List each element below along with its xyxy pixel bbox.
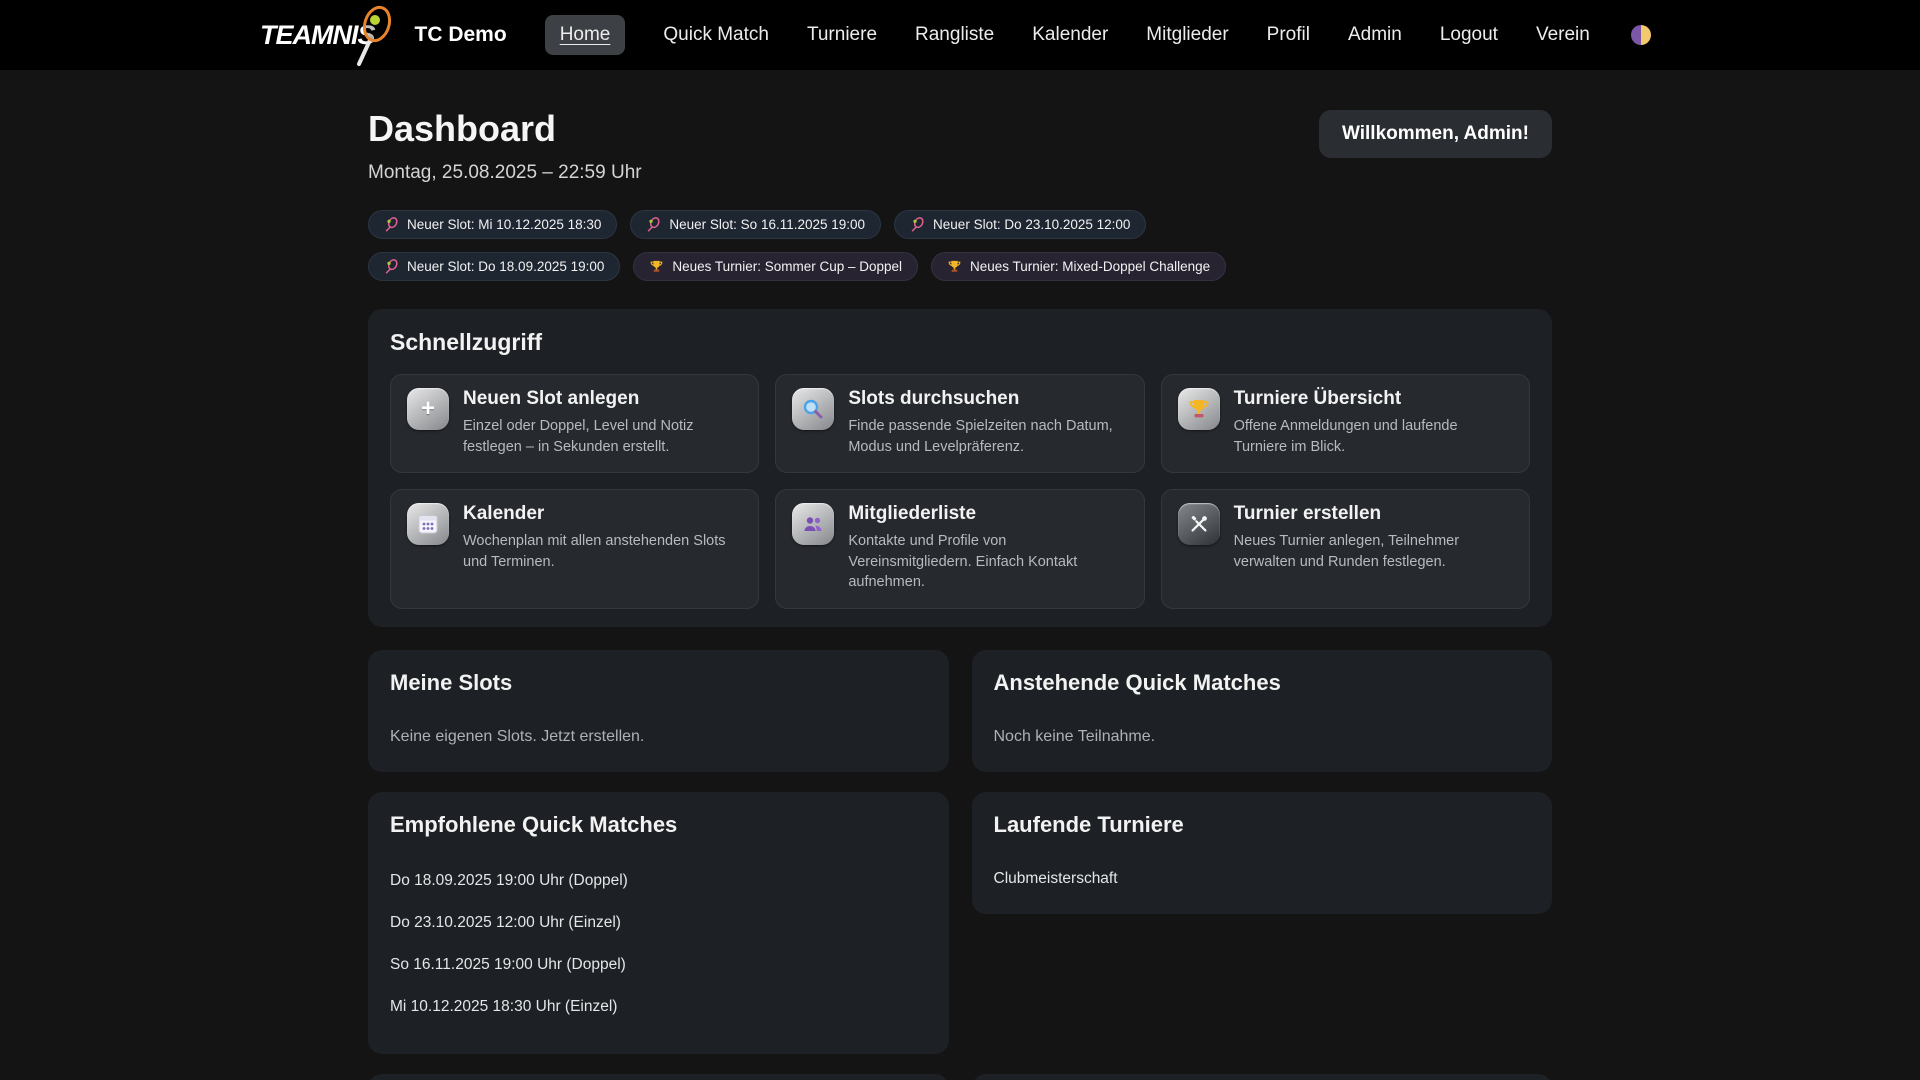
card-title: Turnier erstellen: [1234, 503, 1513, 525]
card-title: Slots durchsuchen: [848, 388, 1127, 410]
slot-chip[interactable]: Neuer Slot: So 16.11.2025 19:00: [630, 210, 881, 239]
nav-item-kalender[interactable]: Kalender: [1032, 24, 1108, 46]
my-slots-empty-text: Keine eigenen Slots. Jetzt erstellen.: [390, 728, 927, 746]
my-stats-panel: Meine Statistik Siege / Niederlagen 0 / …: [972, 1074, 1553, 1080]
app-logo[interactable]: TEAMNIS: [260, 20, 389, 51]
card-description: Offene Anmeldungen und laufende Turniere…: [1234, 416, 1513, 457]
recommended-match-row[interactable]: Do 23.10.2025 12:00 Uhr (Einzel): [390, 902, 927, 944]
search-icon: [792, 388, 834, 430]
recommended-match-row[interactable]: So 16.11.2025 19:00 Uhr (Doppel): [390, 944, 927, 986]
chip-label: Neues Turnier: Mixed-Doppel Challenge: [970, 259, 1210, 274]
slot-chip[interactable]: Neuer Slot: Mi 10.12.2025 18:30: [368, 210, 617, 239]
tools-icon: [1178, 503, 1220, 545]
nav-item-logout[interactable]: Logout: [1440, 24, 1498, 46]
quick-access-panel: Schnellzugriff + Neuen Slot anlegen Einz…: [368, 309, 1552, 627]
tournament-chip[interactable]: Neues Turnier: Sommer Cup – Doppel: [633, 252, 918, 281]
racket-icon: [384, 259, 399, 274]
slot-chip[interactable]: Neuer Slot: Do 23.10.2025 12:00: [894, 210, 1146, 239]
card-create-tournament[interactable]: Turnier erstellen Neues Turnier anlegen,…: [1161, 489, 1530, 609]
club-name: TC Demo: [415, 23, 507, 47]
running-tournaments-panel: Laufende Turniere Clubmeisterschaft: [972, 792, 1553, 914]
recommended-quick-matches-title: Empfohlene Quick Matches: [390, 812, 927, 838]
dashboard-main: Dashboard Montag, 25.08.2025 – 22:59 Uhr…: [368, 70, 1552, 1080]
nav-item-home[interactable]: Home: [545, 15, 626, 55]
card-description: Finde passende Spielzeiten nach Datum, M…: [848, 416, 1127, 457]
card-member-list[interactable]: Mitgliederliste Kontakte und Profile von…: [775, 489, 1144, 609]
card-description: Einzel oder Doppel, Level und Notiz fest…: [463, 416, 742, 457]
tournament-chip[interactable]: Neues Turnier: Mixed-Doppel Challenge: [931, 252, 1226, 281]
date-line: Montag, 25.08.2025 – 22:59 Uhr: [368, 162, 642, 184]
nav-item-quick-match[interactable]: Quick Match: [663, 24, 769, 46]
people-icon: [792, 503, 834, 545]
card-calendar[interactable]: Kalender Wochenplan mit allen anstehende…: [390, 489, 759, 609]
card-title: Turniere Übersicht: [1234, 388, 1513, 410]
card-description: Kontakte und Profile von Vereinsmitglied…: [848, 531, 1127, 593]
nav-item-mitglieder[interactable]: Mitglieder: [1146, 24, 1228, 46]
open-tournaments-panel: Offene Turniere Mixed-Doppel Challenge (…: [368, 1074, 949, 1080]
card-description: Wochenplan mit allen anstehenden Slots u…: [463, 531, 742, 572]
upcoming-quick-matches-title: Anstehende Quick Matches: [994, 670, 1531, 696]
card-title: Kalender: [463, 503, 742, 525]
calendar-icon: [407, 503, 449, 545]
nav-item-rangliste[interactable]: Rangliste: [915, 24, 994, 46]
nav-item-verein[interactable]: Verein: [1536, 24, 1590, 46]
nav-item-admin[interactable]: Admin: [1348, 24, 1402, 46]
running-tournaments-title: Laufende Turniere: [994, 812, 1531, 838]
nav-item-turniere[interactable]: Turniere: [807, 24, 877, 46]
card-tournaments-overview[interactable]: Turniere Übersicht Offene Anmeldungen un…: [1161, 374, 1530, 473]
running-tournament-row[interactable]: Clubmeisterschaft: [994, 870, 1531, 888]
chip-label: Neuer Slot: Do 23.10.2025 12:00: [933, 217, 1130, 232]
theme-toggle-icon[interactable]: [1628, 22, 1654, 48]
upcoming-quick-matches-panel: Anstehende Quick Matches Noch keine Teil…: [972, 650, 1553, 772]
card-new-slot[interactable]: + Neuen Slot anlegen Einzel oder Doppel,…: [390, 374, 759, 473]
my-slots-title: Meine Slots: [390, 670, 927, 696]
trophy-icon: [649, 259, 664, 274]
card-description: Neues Turnier anlegen, Teilnehmer verwal…: [1234, 531, 1513, 572]
card-title: Neuen Slot anlegen: [463, 388, 742, 410]
brand: TEAMNIS TC Demo: [260, 20, 507, 51]
chip-label: Neuer Slot: So 16.11.2025 19:00: [669, 217, 865, 232]
main-nav: Home Quick Match Turniere Rangliste Kale…: [545, 15, 1590, 55]
chip-label: Neuer Slot: Mi 10.12.2025 18:30: [407, 217, 601, 232]
recommended-match-row[interactable]: Do 18.09.2025 19:00 Uhr (Doppel): [390, 860, 927, 902]
upcoming-quick-matches-empty-text: Noch keine Teilnahme.: [994, 728, 1531, 746]
card-search-slots[interactable]: Slots durchsuchen Finde passende Spielze…: [775, 374, 1144, 473]
chip-label: Neues Turnier: Sommer Cup – Doppel: [672, 259, 902, 274]
card-title: Mitgliederliste: [848, 503, 1127, 525]
top-navbar: TEAMNIS TC Demo Home Quick Match Turnier…: [0, 0, 1920, 70]
my-slots-panel: Meine Slots Keine eigenen Slots. Jetzt e…: [368, 650, 949, 772]
notification-chips: Neuer Slot: Mi 10.12.2025 18:30 Neuer Sl…: [368, 210, 1268, 281]
recommended-quick-matches-panel: Empfohlene Quick Matches Do 18.09.2025 1…: [368, 792, 949, 1054]
plus-icon: +: [407, 388, 449, 430]
slot-chip[interactable]: Neuer Slot: Do 18.09.2025 19:00: [368, 252, 620, 281]
trophy-icon: [947, 259, 962, 274]
racket-icon: [910, 217, 925, 232]
recommended-match-row[interactable]: Mi 10.12.2025 18:30 Uhr (Einzel): [390, 986, 927, 1028]
quick-access-title: Schnellzugriff: [390, 329, 1530, 356]
racket-icon: [384, 217, 399, 232]
nav-item-profil[interactable]: Profil: [1267, 24, 1310, 46]
chip-label: Neuer Slot: Do 18.09.2025 19:00: [407, 259, 604, 274]
trophy-icon: [1178, 388, 1220, 430]
racket-icon: [646, 217, 661, 232]
welcome-badge: Willkommen, Admin!: [1319, 110, 1552, 158]
page-title: Dashboard: [368, 108, 642, 150]
